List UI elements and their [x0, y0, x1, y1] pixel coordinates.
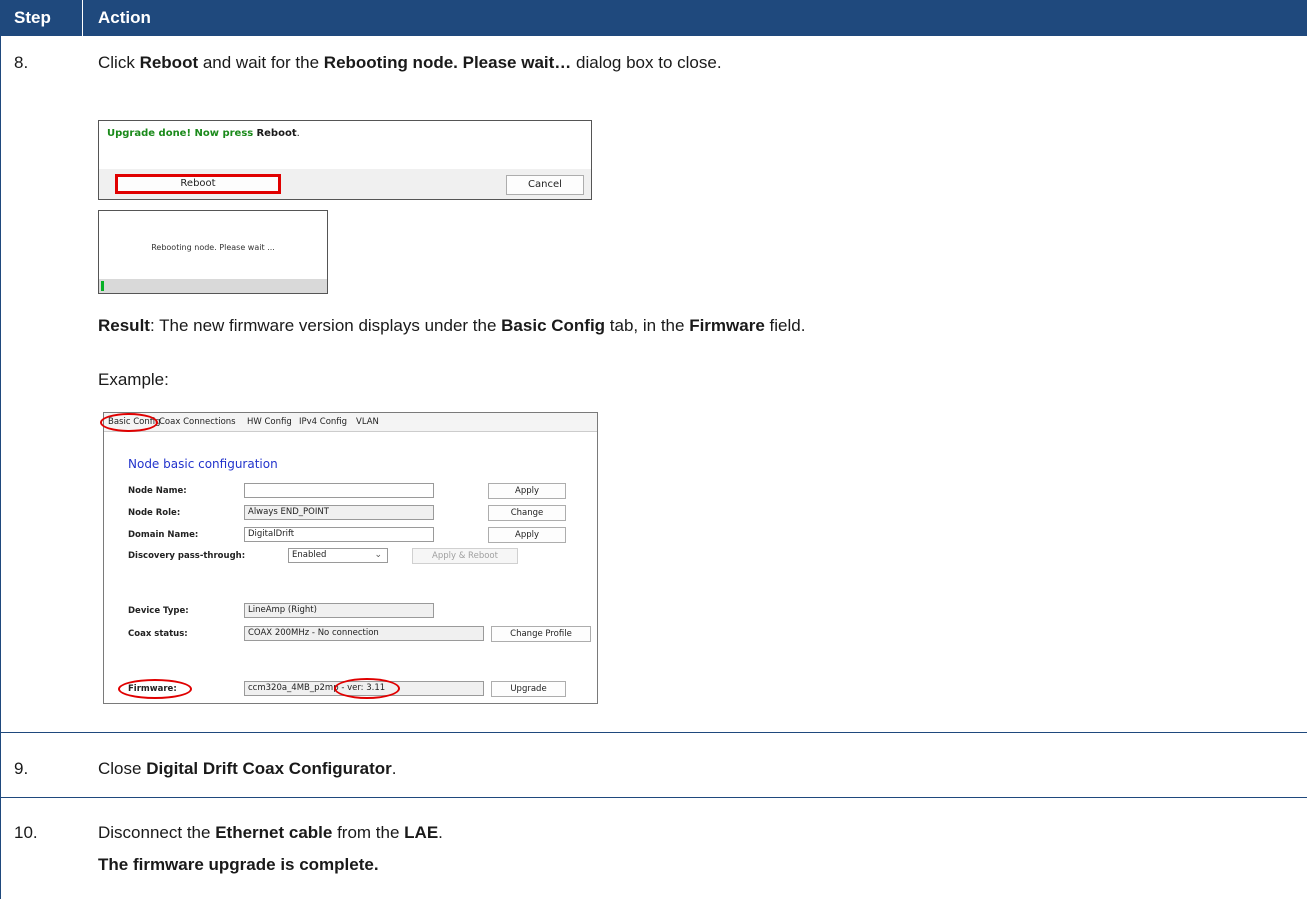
bold-text: LAE	[404, 823, 439, 842]
reboot-progress-fill	[101, 281, 104, 291]
apply-reboot-button: Apply & Reboot	[412, 548, 518, 564]
domain-name-label: Domain Name:	[128, 530, 199, 540]
chevron-down-icon: ⌄	[374, 550, 382, 560]
text: field.	[764, 316, 806, 335]
tab-hw-config[interactable]: HW Config	[247, 417, 292, 427]
upgrade-button[interactable]: Upgrade	[491, 681, 566, 697]
upgrade-done-dialog: Upgrade done! Now press Reboot. Reboot C…	[98, 120, 592, 200]
coax-status-label: Coax status:	[128, 629, 188, 639]
text: : The new firmware version displays unde…	[149, 316, 502, 335]
step-8-instruction: Click Reboot and wait for the Rebooting …	[98, 53, 722, 73]
node-role-field: Always END_POINT	[244, 505, 434, 520]
tab-ipv4-config[interactable]: IPv4 Config	[299, 417, 347, 427]
config-tab-bar: Basic Config Coax Connections HW Config …	[104, 413, 597, 432]
discovery-selected-value: Enabled	[292, 550, 327, 560]
change-profile-button[interactable]: Change Profile	[491, 626, 591, 642]
table-header: Step Action	[0, 0, 1307, 36]
tab-vlan[interactable]: VLAN	[356, 417, 379, 427]
coax-status-field: COAX 200MHz - No connection	[244, 626, 484, 641]
cancel-button[interactable]: Cancel	[506, 175, 584, 195]
basic-config-panel: Basic Config Coax Connections HW Config …	[100, 412, 598, 704]
text: and wait for the	[198, 53, 324, 72]
text: .	[438, 823, 443, 842]
bold-text: Ethernet cable	[215, 823, 333, 842]
bold-text: Reboot	[139, 53, 199, 72]
device-type-field: LineAmp (Right)	[244, 603, 434, 618]
row-divider	[0, 732, 1307, 733]
bold-text: Digital Drift Coax Configurator	[146, 759, 392, 778]
panel-title: Node basic configuration	[128, 457, 278, 471]
text: Click	[98, 53, 140, 72]
change-role-button[interactable]: Change	[488, 505, 566, 521]
text: .	[391, 759, 397, 778]
procedure-table: Step Action 8. Click Reboot and wait for…	[0, 0, 1307, 899]
period: .	[296, 128, 300, 139]
step-9-instruction: Close Digital Drift Coax Configurator.	[98, 759, 396, 779]
domain-name-field[interactable]: DigitalDrift	[244, 527, 434, 542]
discovery-label: Discovery pass-through:	[128, 551, 246, 561]
example-label: Example:	[98, 370, 169, 389]
result-label: Result	[98, 316, 150, 335]
discovery-select[interactable]: Enabled ⌄	[288, 548, 388, 563]
highlight-oval-firmware-version	[334, 678, 400, 699]
row-divider	[0, 797, 1307, 798]
step-10-instruction: Disconnect the Ethernet cable from the L…	[98, 823, 443, 843]
result-text: Result: The new firmware version display…	[98, 316, 805, 336]
reboot-emphasis: Reboot	[256, 128, 297, 139]
upgrade-done-text: Upgrade done! Now press	[107, 128, 254, 139]
header-divider	[82, 0, 83, 36]
header-step: Step	[14, 8, 51, 27]
text: dialog box to close.	[571, 53, 722, 72]
tab-coax-connections[interactable]: Coax Connections	[159, 417, 236, 427]
bold-text: Rebooting node. Please wait…	[323, 53, 572, 72]
rebooting-dialog: Rebooting node. Please wait ...	[98, 210, 328, 294]
highlight-oval-basic-config-tab	[100, 413, 158, 432]
device-type-label: Device Type:	[128, 606, 189, 616]
reboot-button[interactable]: Reboot	[115, 174, 281, 194]
step-10-number: 10.	[14, 823, 38, 842]
text: Disconnect the	[98, 823, 216, 842]
completion-note: The firmware upgrade is complete.	[98, 855, 379, 874]
node-role-label: Node Role:	[128, 508, 181, 518]
rebooting-message: Rebooting node. Please wait ...	[151, 243, 275, 252]
apply-domain-button[interactable]: Apply	[488, 527, 566, 543]
upgrade-done-message: Upgrade done! Now press Reboot.	[107, 128, 300, 139]
node-name-field[interactable]	[244, 483, 434, 498]
step-8-number: 8.	[14, 53, 29, 72]
node-name-label: Node Name:	[128, 486, 187, 496]
apply-node-name-button[interactable]: Apply	[488, 483, 566, 499]
highlight-oval-firmware-label	[118, 679, 192, 699]
text: Close	[98, 759, 147, 778]
bold-text: Firmware	[689, 316, 765, 335]
header-action: Action	[98, 8, 151, 27]
text: from the	[332, 823, 405, 842]
bold-text: Basic Config	[501, 316, 606, 335]
text: tab, in the	[605, 316, 690, 335]
step-9-number: 9.	[14, 759, 29, 778]
reboot-progress-bar	[99, 279, 327, 293]
table-left-border	[0, 36, 1, 899]
